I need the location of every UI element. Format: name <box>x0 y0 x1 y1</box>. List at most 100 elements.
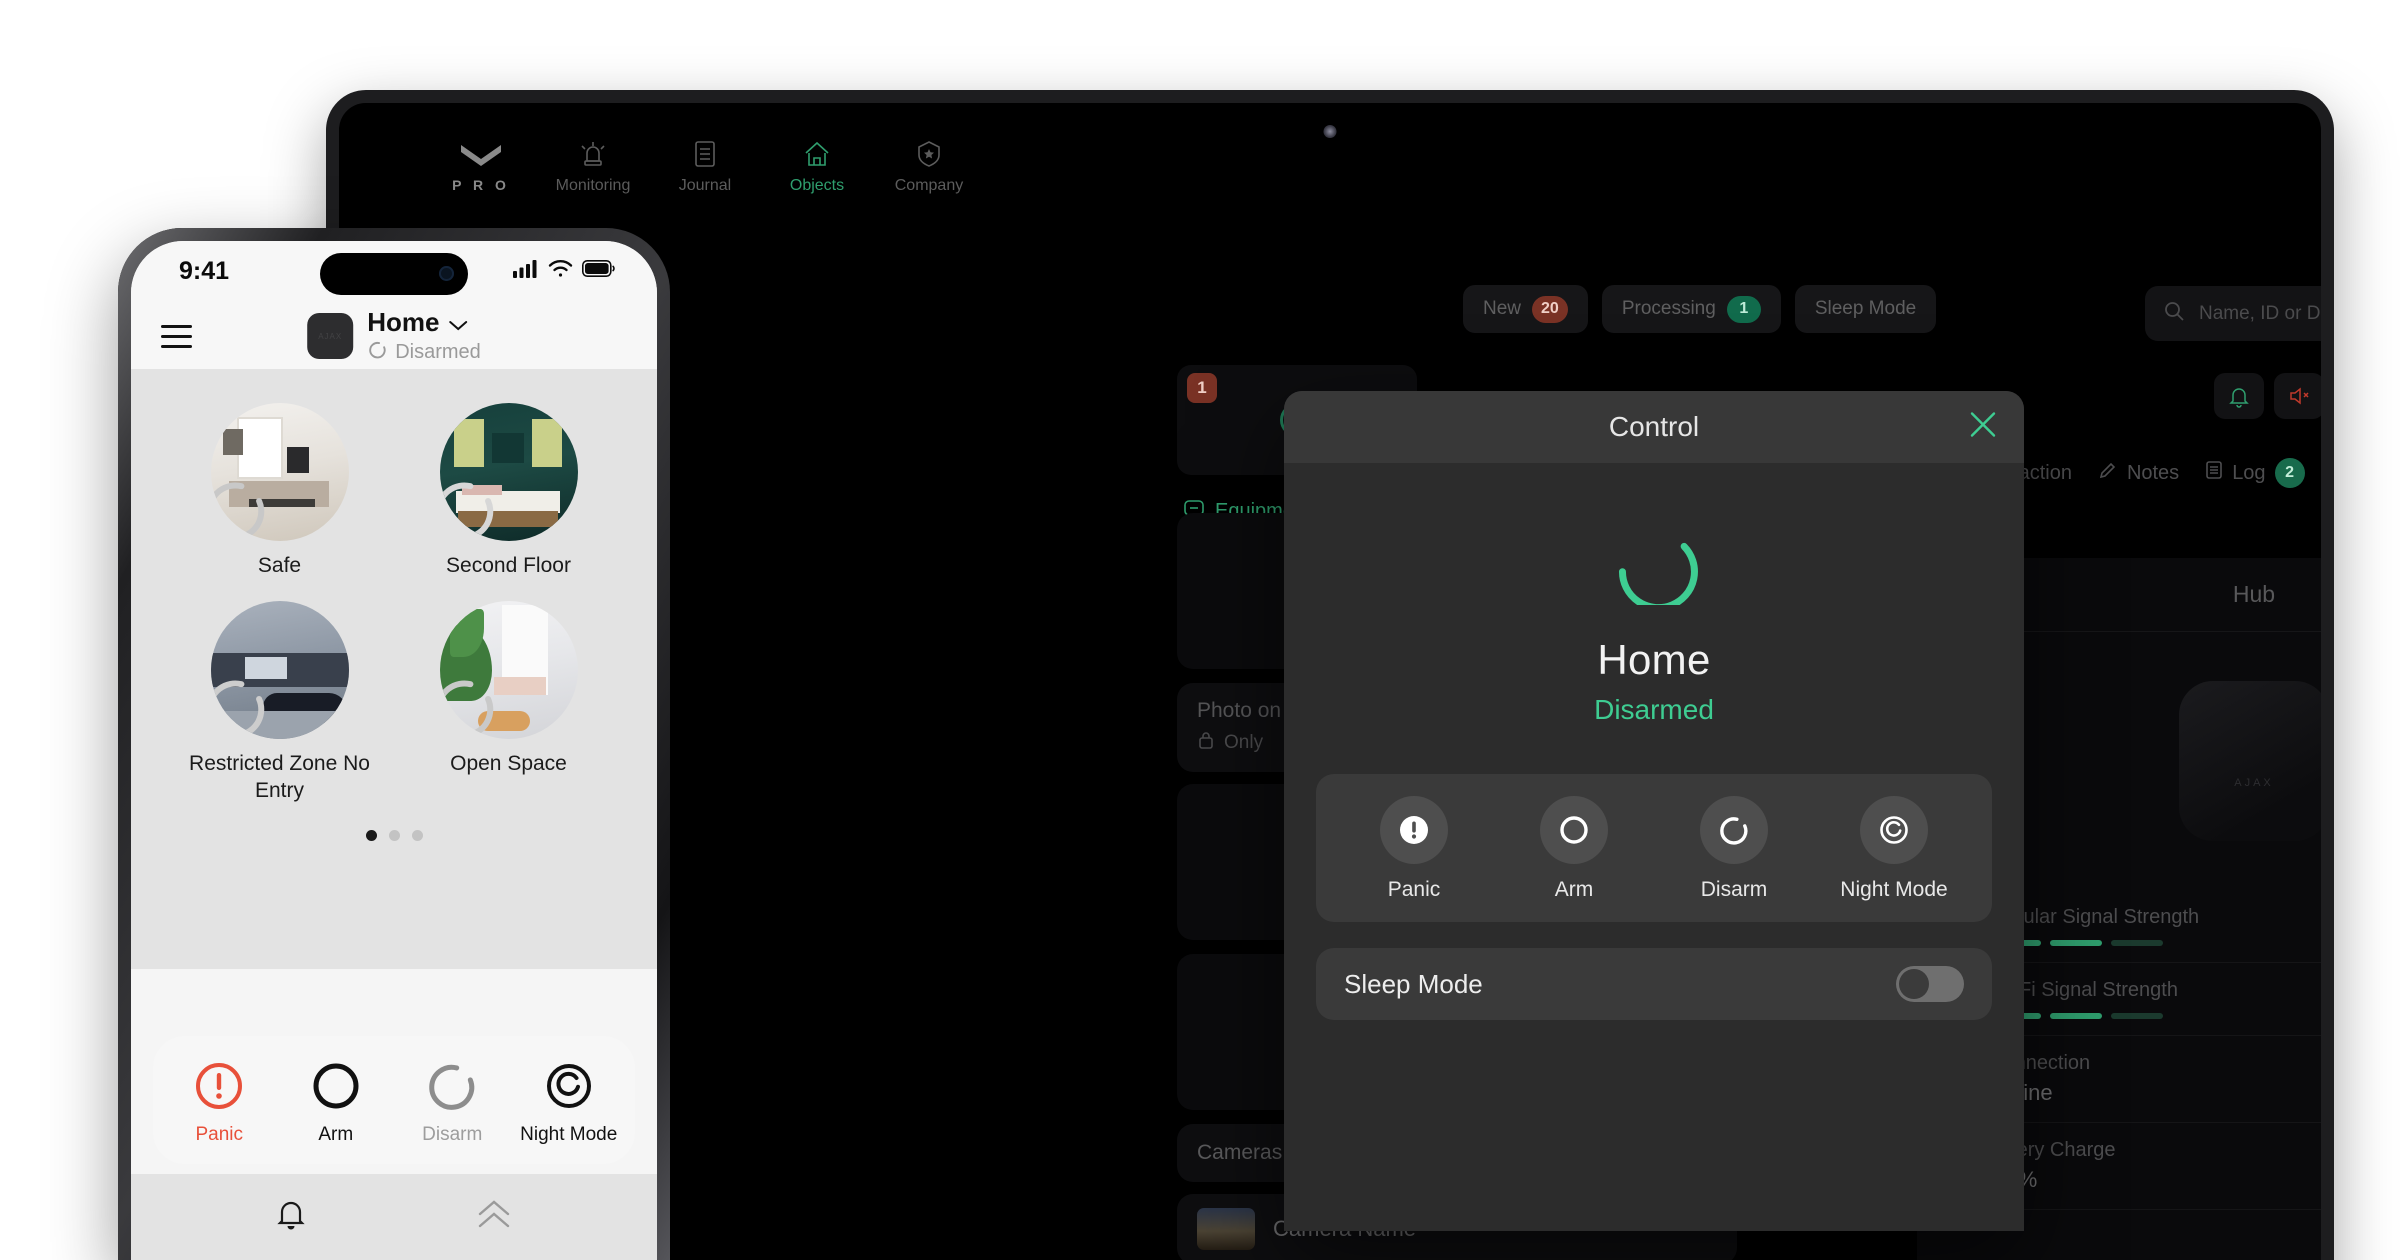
phone-action-panic-label: Panic <box>195 1124 244 1145</box>
chip-new[interactable]: New 20 <box>1463 285 1588 333</box>
journal-icon <box>692 137 718 171</box>
phone-header-title: Home <box>367 306 440 337</box>
phone-header-text: Home Disarmed <box>367 307 481 366</box>
chip-processing[interactable]: Processing 1 <box>1601 285 1781 333</box>
tab-log-label: Log <box>2232 461 2266 484</box>
nav-label-objects: Objects <box>789 177 845 194</box>
search-placeholder: Name, ID or Date... <box>2199 302 2321 324</box>
phone-action-disarm-label: Disarm <box>422 1124 483 1145</box>
arm-circle-icon <box>282 1056 390 1116</box>
action-night-mode[interactable]: Night Mode <box>1832 796 1957 902</box>
pager-dot[interactable] <box>388 829 400 841</box>
pager-dot[interactable] <box>365 829 377 841</box>
chip-sleep-mode[interactable]: Sleep Mode <box>1794 285 1937 333</box>
room-photo <box>439 601 578 740</box>
ajax-logo-icon <box>459 137 503 171</box>
nav-item-journal[interactable]: Journal <box>649 137 761 195</box>
tab-log-badge: 2 <box>2274 458 2305 488</box>
night-mode-icon <box>515 1056 623 1116</box>
pencil-icon <box>2098 460 2118 486</box>
phone-bottom-nav <box>131 1174 657 1260</box>
desktop-top-nav: P R O Monitoring Journal Objects Company <box>339 137 2321 225</box>
phone-app-header: AJAX Home Disarmed <box>131 303 657 369</box>
phone-action-night-mode[interactable]: Night Mode <box>515 1056 623 1146</box>
bell-icon[interactable] <box>274 1197 308 1238</box>
room-card[interactable]: Second Floor <box>411 403 607 579</box>
room-name: Open Space <box>450 752 567 776</box>
nav-item-pro[interactable]: P R O <box>425 137 537 193</box>
rooms-grid-section: Safe Second Floor Restricted Zone No Ent… <box>131 369 657 969</box>
nav-item-objects[interactable]: Objects <box>761 137 873 195</box>
action-panic-label: Panic <box>1387 878 1441 901</box>
rooms-grid: Safe Second Floor Restricted Zone No Ent… <box>165 403 623 804</box>
control-modal: Control Home Disarmed Panic Arm Disarm N… <box>1284 391 2024 1231</box>
phone-header-center[interactable]: AJAX Home Disarmed <box>307 307 481 366</box>
room-photo <box>439 403 578 541</box>
hamburger-icon[interactable] <box>161 324 192 348</box>
pager-dot[interactable] <box>411 829 423 841</box>
section-cameras-label: Cameras <box>1197 1141 1283 1164</box>
chip-new-badge: 20 <box>1532 295 1568 323</box>
bell-icon[interactable] <box>2214 373 2264 419</box>
chevron-up-double-icon[interactable] <box>474 1198 514 1237</box>
object-detail-tabs: Reaction Notes Log 2 <box>1984 458 2321 488</box>
room-card[interactable]: Safe <box>182 403 378 579</box>
disarm-arc-icon <box>1608 542 1700 612</box>
action-arm-label: Arm <box>1554 878 1594 901</box>
chevron-down-icon <box>448 307 468 338</box>
status-time: 9:41 <box>179 257 230 285</box>
phone-header-title-row: Home <box>367 307 481 338</box>
phone-action-arm[interactable]: Arm <box>282 1056 390 1146</box>
action-arm[interactable]: Arm <box>1512 796 1637 902</box>
sleep-mode-label: Sleep Mode <box>1344 968 1483 999</box>
action-disarm-label: Disarm <box>1700 878 1768 901</box>
hub-icon: AJAX <box>307 313 354 359</box>
action-panic[interactable]: Panic <box>1352 796 1477 902</box>
search-icon <box>2163 300 2185 327</box>
arm-circle-icon <box>1540 796 1608 864</box>
dynamic-island <box>320 253 468 295</box>
hub-alert-badge: 1 <box>1187 373 1217 403</box>
phone-device: 9:41 AJAX Home Disarmed Safe Second Floo… <box>118 228 670 1260</box>
tab-log[interactable]: Log 2 <box>2205 458 2305 488</box>
room-card[interactable]: Restricted Zone No Entry <box>182 601 378 804</box>
state-status: Disarmed <box>1594 694 1714 725</box>
action-disarm[interactable]: Disarm <box>1672 796 1797 902</box>
disarm-arc-icon <box>367 340 387 366</box>
room-name: Second Floor <box>446 554 571 577</box>
close-icon[interactable] <box>1964 406 2002 449</box>
room-photo <box>210 403 349 541</box>
sleep-mode-toggle[interactable] <box>1896 966 1964 1002</box>
control-modal-title: Control <box>1608 411 1700 442</box>
pager-dots <box>165 829 623 841</box>
nav-item-monitoring[interactable]: Monitoring <box>537 137 649 195</box>
nav-item-company[interactable]: Company <box>873 137 985 195</box>
sleep-mode-row: Sleep Mode <box>1316 948 1992 1020</box>
hub-header-icon-buttons <box>2214 373 2321 419</box>
siren-icon <box>579 137 607 171</box>
phone-control-bar: Panic Arm Disarm Night Mode <box>153 1036 635 1164</box>
shield-star-icon <box>916 137 942 171</box>
battery-icon <box>582 260 615 282</box>
phone-screen: 9:41 AJAX Home Disarmed Safe Second Floo… <box>131 241 657 1260</box>
disarm-arc-icon <box>398 1056 506 1116</box>
chip-processing-label: Processing <box>1621 298 1716 319</box>
phone-header-status-row: Disarmed <box>367 340 481 366</box>
panic-icon <box>165 1056 273 1116</box>
tab-notes[interactable]: Notes <box>2098 460 2179 486</box>
room-card[interactable]: Open Space <box>411 601 607 804</box>
wifi-icon <box>548 259 573 283</box>
photo-on-demand-sub-label: Only <box>1224 732 1264 753</box>
search-input[interactable]: Name, ID or Date... <box>2145 286 2321 341</box>
phone-header-status: Disarmed <box>395 341 481 363</box>
chip-new-label: New <box>1483 298 1522 319</box>
nav-label-company: Company <box>894 177 964 194</box>
phone-action-panic[interactable]: Panic <box>165 1056 273 1146</box>
house-icon <box>802 137 832 171</box>
mute-icon[interactable] <box>2274 373 2321 419</box>
cellular-icon <box>513 259 539 283</box>
tab-notes-label: Notes <box>2126 461 2180 484</box>
phone-action-night-mode-label: Night Mode <box>520 1124 618 1145</box>
phone-action-disarm[interactable]: Disarm <box>398 1056 506 1146</box>
log-icon <box>2205 460 2223 486</box>
